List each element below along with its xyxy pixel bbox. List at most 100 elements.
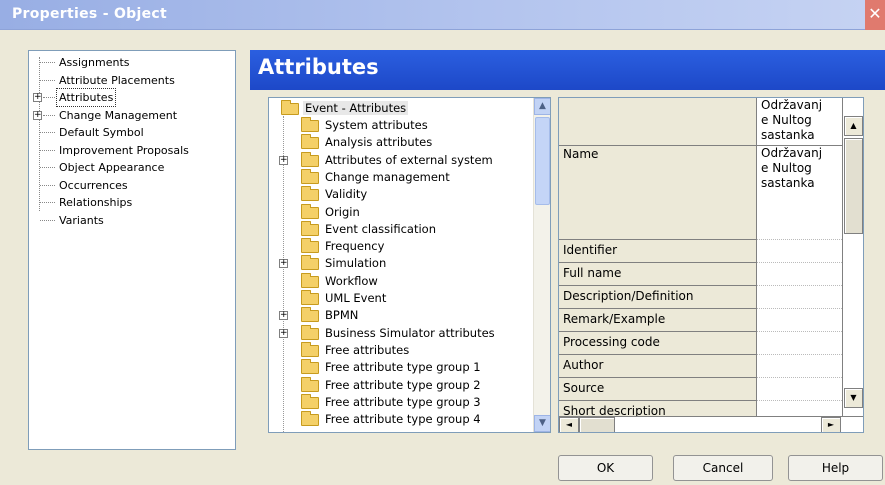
tree-item[interactable]: UML Event [269, 290, 531, 307]
grid-header-value-line: sastanka [761, 128, 815, 142]
arrow-down-icon: ▼ [850, 393, 857, 402]
grid-header-name-cell [559, 98, 757, 146]
nav-item[interactable]: Default Symbol [29, 124, 229, 141]
grid-row-name[interactable]: Description/Definition [559, 286, 757, 309]
grid-row-value[interactable]: Održavanj e Nultog sastanka [757, 146, 842, 240]
tree-connector [43, 97, 55, 98]
tree-item[interactable]: Free attribute type group 4 [269, 411, 531, 428]
nav-item[interactable]: Occurrences [29, 177, 229, 194]
tree-item[interactable]: Event classification [269, 220, 531, 238]
expand-icon[interactable]: + [279, 311, 288, 321]
tree-item[interactable]: Analysis attributes [269, 134, 531, 151]
tree-item[interactable]: Change management [269, 168, 531, 186]
folder-icon [301, 220, 319, 236]
nav-item[interactable]: Attribute Placements [29, 72, 229, 89]
tree-item[interactable]: Free attribute type group 3 [269, 393, 531, 411]
tree-item[interactable]: Free attribute type group 1 [269, 359, 531, 376]
close-button[interactable]: ✕ [865, 0, 885, 30]
tree-item[interactable]: + BPMN [269, 307, 531, 324]
nav-item[interactable]: + Attributes [29, 88, 229, 107]
folder-icon [301, 307, 319, 323]
nav-item[interactable]: Assignments [29, 54, 229, 71]
tree-item[interactable]: Free attributes [269, 341, 531, 359]
tree-item-label: BPMN [325, 308, 359, 323]
tree-item[interactable]: System attributes [269, 117, 531, 134]
tree-item[interactable]: + Simulation [269, 255, 531, 272]
nav-item-label: Attributes [55, 88, 117, 107]
tree-item[interactable]: Workflow [269, 272, 531, 290]
expand-icon[interactable]: + [279, 155, 288, 165]
expand-icon[interactable]: + [33, 93, 42, 102]
grid-row-value[interactable] [757, 263, 842, 286]
grid-row-value[interactable] [757, 286, 842, 309]
grid-row-name[interactable]: Name [559, 146, 757, 240]
folder-icon [301, 255, 319, 271]
grid-row-name[interactable]: Identifier [559, 240, 757, 263]
tree-item[interactable]: Origin [269, 203, 531, 221]
grid-header-value-line: e Nultog [761, 113, 812, 127]
tree-root-item[interactable]: Event - Attributes [269, 100, 531, 117]
tree-item-label: Origin [325, 204, 360, 219]
tree-item[interactable]: Validity [269, 186, 531, 203]
grid-row-value[interactable] [757, 332, 842, 355]
nav-item[interactable]: Object Appearance [29, 159, 229, 176]
tree-item-label: Free attribute type group 3 [325, 394, 481, 409]
nav-item[interactable]: + Change Management [29, 107, 229, 124]
tree-item-label: Validity [325, 187, 368, 202]
close-icon: ✕ [868, 4, 882, 23]
grid-scroll-left-button[interactable]: ◄ [559, 417, 579, 432]
tree-connector [40, 167, 55, 168]
grid-row-name[interactable]: Remark/Example [559, 309, 757, 332]
grid-row-value[interactable] [757, 240, 842, 263]
grid-scroll-right-button[interactable]: ► [821, 417, 841, 432]
ok-button[interactable]: OK [558, 455, 653, 481]
grid-row-name[interactable]: Author [559, 355, 757, 378]
grid-row-name[interactable]: Processing code [559, 332, 757, 355]
nav-item[interactable]: Improvement Proposals [29, 142, 229, 159]
help-button[interactable]: Help [788, 455, 883, 481]
grid-header-value-cell: Održavanj e Nultog sastanka [757, 98, 842, 146]
expand-icon[interactable]: + [33, 110, 42, 120]
grid-row-value[interactable] [757, 355, 842, 378]
open-folder-icon [281, 100, 299, 115]
nav-item[interactable]: Relationships [29, 194, 229, 211]
expand-icon[interactable]: + [279, 259, 288, 269]
arrow-up-icon: ▲ [850, 121, 857, 130]
folder-icon [301, 168, 319, 184]
grid-row-name[interactable]: Source [559, 378, 757, 401]
scroll-thumb[interactable] [535, 117, 550, 205]
nav-item-label: Improvement Proposals [59, 143, 189, 157]
chevron-up-icon: ▲ [539, 101, 546, 111]
folder-icon [301, 341, 319, 357]
nav-item-label: Assignments [59, 56, 130, 69]
cancel-button[interactable]: Cancel [673, 455, 773, 481]
folder-icon [301, 324, 319, 340]
tree-item-label: Free attributes [325, 342, 410, 357]
nav-item-label: Occurrences [59, 178, 128, 192]
tree-item[interactable]: + Attributes of external system [269, 151, 531, 169]
tree-item[interactable]: Free attribute type group 2 [269, 376, 531, 394]
grid-scroll-up-button[interactable]: ▲ [844, 116, 863, 136]
tree-item-label: Free attribute type group 4 [325, 412, 481, 427]
folder-icon [301, 238, 319, 254]
grid-horizontal-scrollbar[interactable]: ◄ ► [559, 416, 863, 432]
grid-row-value[interactable] [757, 378, 842, 401]
arrow-left-icon: ◄ [565, 420, 573, 429]
expand-icon[interactable]: + [279, 328, 288, 338]
grid-row-value[interactable] [757, 309, 842, 332]
tree-item-label: Analysis attributes [325, 135, 433, 150]
scroll-down-button[interactable]: ▼ [534, 415, 550, 432]
tree-item-label: Free attribute type group 2 [325, 377, 481, 392]
tree-item-label: Business Simulator attributes [325, 325, 495, 340]
grid-hscroll-thumb[interactable] [579, 417, 615, 432]
title-bar: Properties - Object ✕ [0, 0, 885, 30]
grid-scroll-thumb[interactable] [844, 138, 863, 234]
grid-scroll-down-button[interactable]: ▼ [844, 388, 863, 408]
tree-item[interactable]: Frequency [269, 238, 531, 255]
tree-vertical-scrollbar[interactable]: ▲ ▼ [533, 98, 550, 432]
grid-vertical-scrollbar[interactable]: ▲ ▼ [842, 98, 863, 416]
nav-item[interactable]: Variants [29, 212, 229, 229]
scroll-up-button[interactable]: ▲ [534, 98, 550, 115]
grid-row-name[interactable]: Full name [559, 263, 757, 286]
tree-item[interactable]: + Business Simulator attributes [269, 324, 531, 342]
